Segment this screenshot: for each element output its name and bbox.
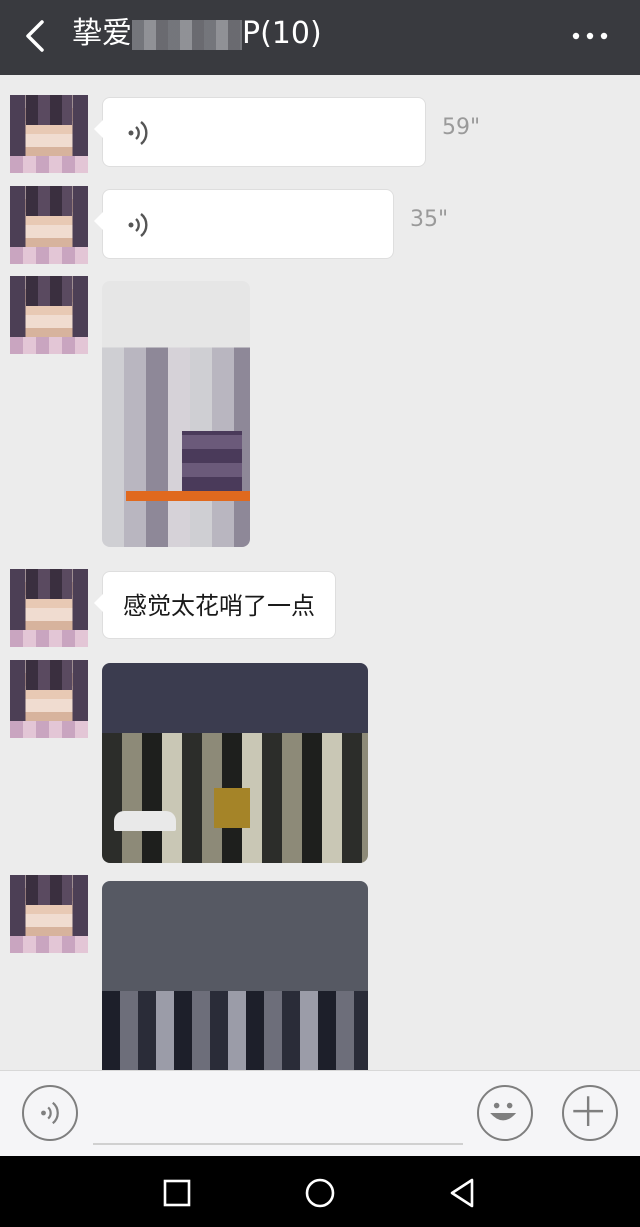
plus-button[interactable] — [562, 1085, 618, 1141]
chat-input-bar — [0, 1070, 640, 1156]
plus-icon — [573, 1096, 603, 1126]
chat-header: 挚爱 P(10) — [0, 0, 640, 75]
system-nav-bar — [0, 1156, 640, 1227]
image-message[interactable] — [102, 881, 368, 1070]
avatar[interactable] — [10, 95, 88, 173]
chevron-left-icon[interactable] — [22, 18, 50, 54]
image-mosaic — [114, 811, 176, 831]
avatar[interactable] — [10, 186, 88, 264]
voice-input-button[interactable] — [22, 1085, 78, 1141]
image-message[interactable] — [102, 663, 368, 863]
mosaic-blur — [132, 19, 242, 50]
voice-message-bubble[interactable] — [94, 189, 394, 259]
text-message-bubble[interactable]: 感觉太花哨了一点 — [94, 571, 336, 639]
voice-duration: 59" — [442, 115, 481, 140]
input-underline — [93, 1143, 463, 1145]
image-mosaic — [182, 431, 242, 491]
chat-title-suffix: P(10) — [242, 16, 322, 51]
recent-apps-icon[interactable] — [160, 1176, 194, 1210]
chat-title: 挚爱 P(10) — [72, 14, 322, 54]
avatar[interactable] — [10, 569, 88, 647]
image-mosaic — [214, 788, 250, 828]
emoji-button[interactable] — [477, 1085, 533, 1141]
emoji-icon — [490, 1102, 517, 1121]
avatar[interactable] — [10, 276, 88, 354]
voice-wave-icon — [128, 213, 148, 237]
voice-wave-icon — [128, 121, 148, 145]
image-mosaic — [126, 491, 250, 501]
home-icon[interactable] — [303, 1176, 337, 1210]
avatar[interactable] — [10, 875, 88, 953]
chat-list[interactable]: 59" 35" 感觉太花哨了一点 — [0, 75, 640, 1070]
avatar[interactable] — [10, 660, 88, 738]
more-dots-icon[interactable] — [570, 24, 610, 48]
message-input[interactable] — [93, 1091, 463, 1141]
chat-title-prefix: 挚爱 — [72, 16, 132, 51]
voice-message-bubble[interactable] — [94, 97, 426, 167]
back-triangle-icon[interactable] — [446, 1176, 480, 1210]
image-message[interactable] — [102, 281, 250, 547]
voice-input-icon — [41, 1101, 59, 1125]
voice-duration: 35" — [410, 207, 449, 232]
